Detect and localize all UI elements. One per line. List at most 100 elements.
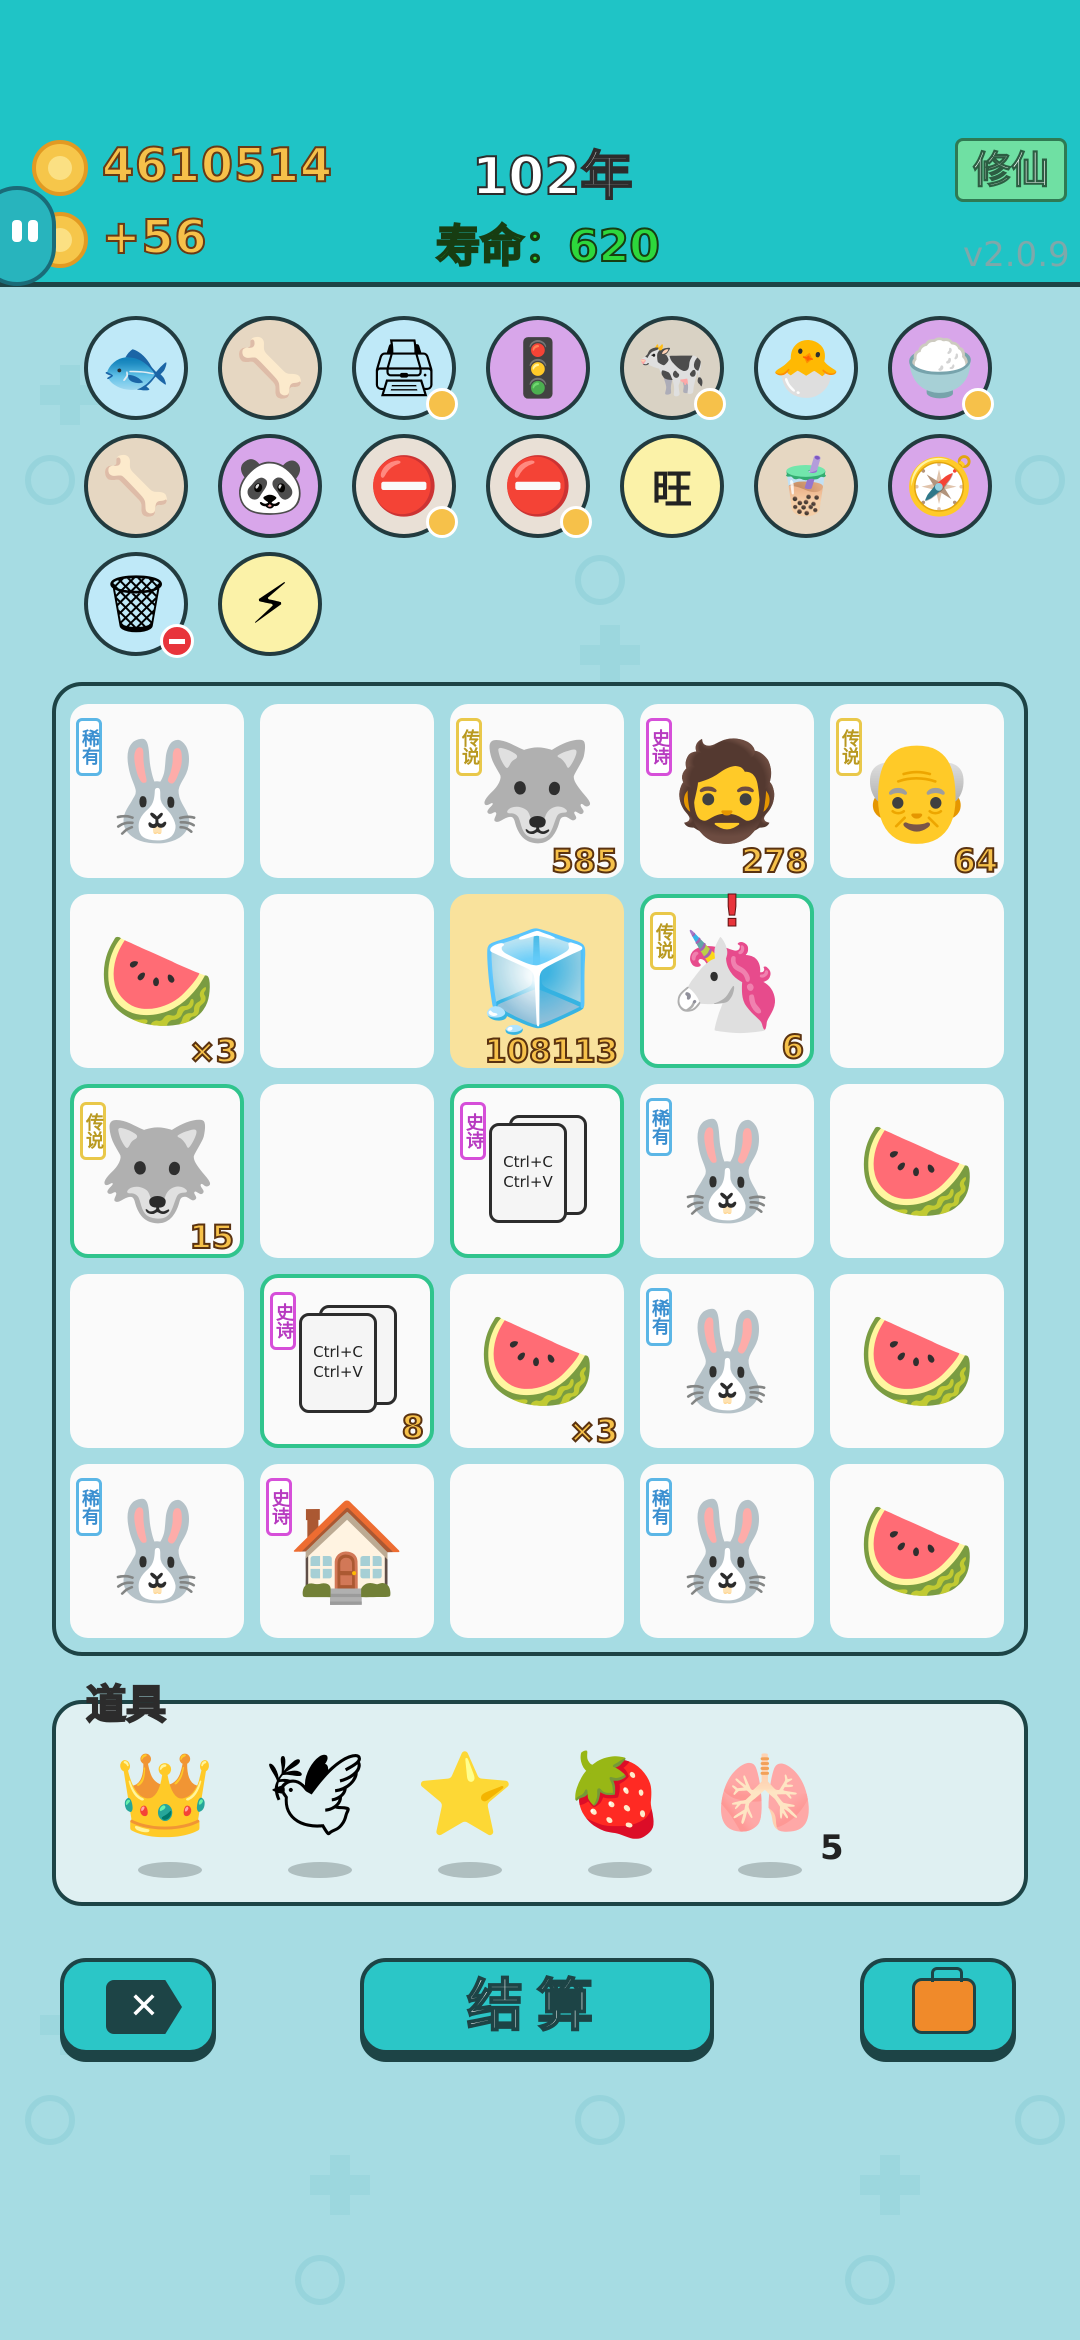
- bunny-icon-glyph: 🐰: [667, 1114, 787, 1227]
- game-board: 🐰 稀有 🐺 传说 585 🧔 史诗 278 👴 传说 64 🍉 ×3 🧊 108113 🦄 传说 6! 🐺 传说 15…: [52, 682, 1028, 1656]
- no-entry-icon[interactable]: ⛔: [486, 434, 592, 538]
- watermelon-icon-glyph: 🍉: [857, 1494, 977, 1607]
- cultivate-button[interactable]: 修仙: [955, 138, 1067, 202]
- cell-value: 64: [952, 841, 999, 881]
- grid-cell[interactable]: 🍉: [830, 1084, 1004, 1258]
- trash-bag-icon[interactable]: 🗑: [84, 552, 194, 658]
- watermelon-icon-glyph: 🍉: [857, 1114, 977, 1227]
- lightning-icon-glyph: ⚡: [250, 571, 290, 637]
- settle-button[interactable]: 结算: [360, 1958, 714, 2054]
- grid-cell[interactable]: [260, 704, 434, 878]
- close-button[interactable]: ✕: [60, 1958, 216, 2054]
- rarity-tag: 传说: [80, 1102, 106, 1160]
- rice-bowl-icon-glyph: 🍚: [905, 336, 975, 401]
- grid-cell[interactable]: 🍉 ×3: [70, 894, 244, 1071]
- heart-badge-icon: [962, 388, 994, 420]
- grid-cell[interactable]: [450, 1464, 624, 1638]
- rarity-tag: 史诗: [266, 1478, 292, 1536]
- empty-slot: [260, 1084, 434, 1258]
- rarity-tag: 稀有: [646, 1098, 672, 1156]
- heart-badge-icon: [426, 506, 458, 538]
- watermelon-icon-glyph: 🍉: [97, 924, 217, 1037]
- item-shadow: [588, 1862, 652, 1878]
- printer-icon[interactable]: 🖨: [352, 316, 458, 420]
- rarity-tag: 稀有: [646, 1478, 672, 1536]
- lifespan-value: 620: [567, 220, 661, 273]
- grid-cell[interactable]: [830, 894, 1004, 1068]
- bubble-tea-icon-glyph: 🧋: [771, 454, 841, 519]
- empty-slot: [450, 1464, 624, 1638]
- grid-cell[interactable]: 🍉: [830, 1274, 1004, 1448]
- cow-cards-icon[interactable]: 🐄: [620, 316, 726, 420]
- no-entry-icon[interactable]: ⛔: [352, 434, 458, 538]
- cell-value: 15: [188, 1217, 235, 1257]
- version-label: v2.0.9: [963, 235, 1070, 275]
- card-text: Ctrl+C Ctrl+V: [299, 1313, 377, 1413]
- grid-cell[interactable]: 🐰 稀有: [640, 1084, 814, 1258]
- panda-icon-glyph: 🐼: [235, 454, 305, 519]
- traffic-light-icon[interactable]: 🚦: [486, 316, 590, 420]
- buff-list: 🐟 🦴 🖨 🚦 🐄 🐣 🍚 🦴 🐼 ⛔ ⛔ 旺 🧋 🧭 🗑 ⚡: [0, 300, 1080, 670]
- grid-cell[interactable]: Ctrl+C Ctrl+V 史诗 8: [260, 1274, 434, 1448]
- grid-cell[interactable]: 👴 传说 64: [830, 704, 1004, 881]
- liver-icon[interactable]: 🫁: [710, 1740, 820, 1878]
- game-year: 102年: [471, 146, 634, 208]
- grid-cell[interactable]: 🐺 传说 15: [70, 1084, 244, 1258]
- cell-value: 108113: [483, 1031, 619, 1071]
- grid-cell[interactable]: 🏠 史诗: [260, 1464, 434, 1638]
- side-chat-tab[interactable]: [0, 186, 56, 286]
- bayberry-icon-glyph: 🍓: [565, 1748, 665, 1841]
- grid-cell[interactable]: [70, 1274, 244, 1448]
- compass-icon[interactable]: 🧭: [888, 434, 992, 538]
- alert-icon: !: [721, 886, 743, 938]
- cow-cards-icon-glyph: 🐄: [637, 336, 707, 401]
- rarity-tag: 稀有: [646, 1288, 672, 1346]
- bald-grandpa-icon-glyph: 👴: [857, 734, 977, 847]
- watermelon-icon-glyph: 🍉: [857, 1304, 977, 1417]
- coin-total: 4610514: [101, 137, 334, 193]
- chick-egg-icon[interactable]: 🐣: [754, 316, 858, 420]
- grid-cell[interactable]: 🦄 传说 6!: [640, 886, 814, 1068]
- cell-value: 278: [740, 841, 809, 881]
- crown-icon[interactable]: 👑: [110, 1740, 220, 1878]
- rarity-tag: 史诗: [270, 1292, 296, 1350]
- grid-cell[interactable]: 🐰 稀有: [70, 704, 244, 878]
- pet-food-bowl-icon[interactable]: 🦴: [218, 316, 322, 420]
- grid-cell[interactable]: 🧊 108113: [450, 894, 624, 1071]
- coin-gain: +56: [101, 209, 208, 265]
- crowned-husky-icon-glyph: 🐺: [477, 734, 597, 847]
- grid-cell[interactable]: 🍉: [830, 1464, 1004, 1638]
- liver-icon-glyph: 🫁: [715, 1748, 815, 1841]
- lightning-icon[interactable]: ⚡: [218, 552, 322, 656]
- no-entry-icon-glyph: ⛔: [369, 454, 439, 519]
- pet-food-bowl-icon[interactable]: 🦴: [84, 434, 188, 538]
- grid-cell[interactable]: 🐰 稀有: [640, 1274, 814, 1448]
- top-status-bar: 4610514 +56 102年 寿命：620 修仙 v2.0.9: [0, 0, 1080, 287]
- close-icon: ✕: [106, 1980, 182, 2034]
- bayberry-icon[interactable]: 🍓: [560, 1740, 670, 1878]
- cell-value: ×3: [188, 1031, 239, 1071]
- empty-slot: [260, 704, 434, 878]
- grid-cell[interactable]: Ctrl+C Ctrl+V 史诗: [450, 1084, 624, 1258]
- grid-cell[interactable]: 🐰 稀有: [640, 1464, 814, 1638]
- panda-icon[interactable]: 🐼: [218, 434, 322, 538]
- bubble-tea-icon[interactable]: 🧋: [754, 434, 858, 538]
- crown-icon-glyph: 👑: [115, 1748, 215, 1841]
- white-bird-icon[interactable]: 🕊: [260, 1740, 370, 1878]
- grid-cell[interactable]: 🧔 史诗 278: [640, 704, 814, 881]
- backpack-button[interactable]: [860, 1958, 1016, 2054]
- wang-wang-icon[interactable]: 旺: [620, 434, 724, 538]
- grid-cell[interactable]: 🐰 稀有: [70, 1464, 244, 1638]
- rice-bowl-icon[interactable]: 🍚: [888, 316, 994, 420]
- grid-cell[interactable]: [260, 894, 434, 1068]
- grid-cell[interactable]: 🍉 ×3: [450, 1274, 624, 1451]
- grid-cell[interactable]: [260, 1084, 434, 1258]
- grid-cell[interactable]: 🐺 传说 585: [450, 704, 624, 881]
- watermelon-icon: 🍉: [830, 1274, 1004, 1448]
- rarity-tag: 传说: [836, 718, 862, 776]
- fish-bowl-icon[interactable]: 🐟: [84, 316, 188, 420]
- fish-bowl-icon-glyph: 🐟: [101, 336, 171, 401]
- copy-paste-card-icon: Ctrl+C Ctrl+V: [299, 1305, 397, 1413]
- watermelon-icon: 🍉: [830, 1464, 1004, 1638]
- star-icon[interactable]: ⭐: [410, 1740, 520, 1878]
